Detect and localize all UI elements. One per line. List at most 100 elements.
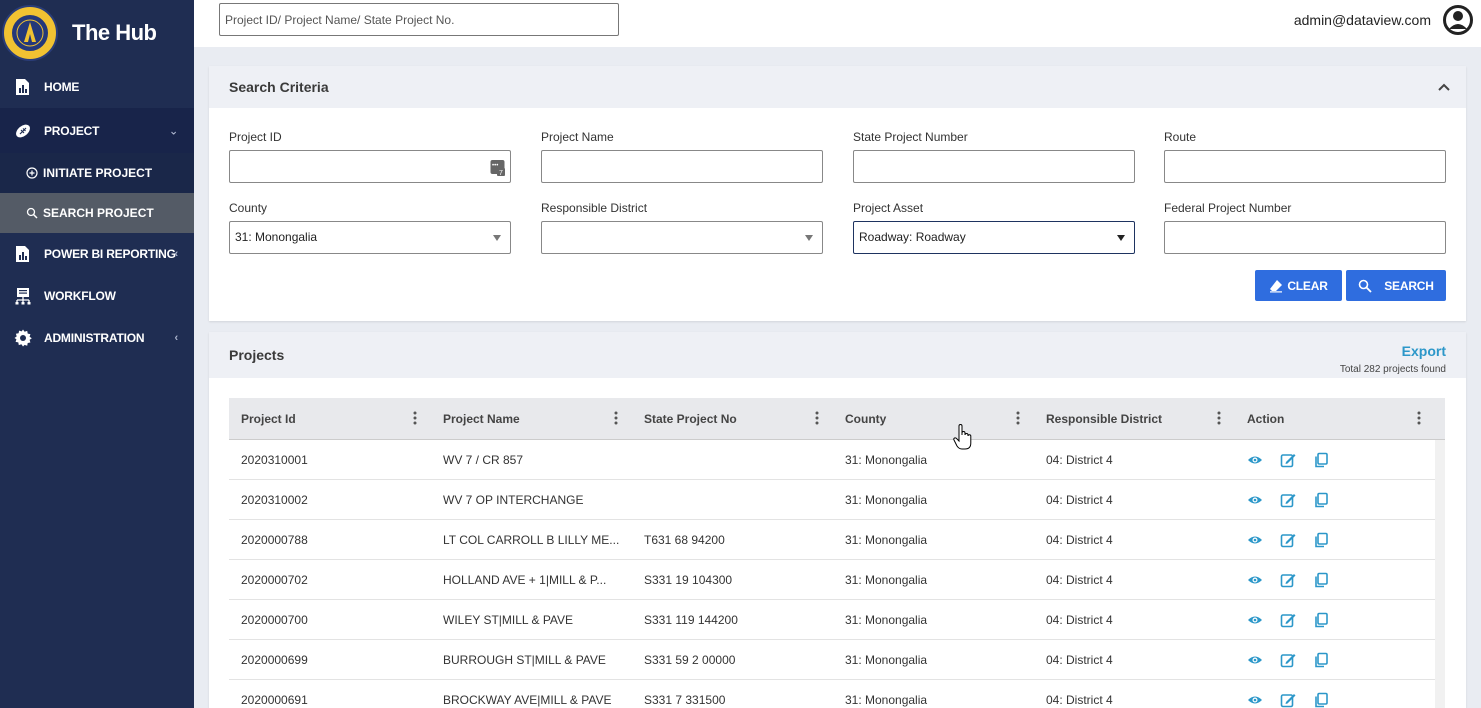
view-eye-icon[interactable]	[1247, 452, 1263, 468]
edit-icon[interactable]	[1280, 652, 1296, 668]
projects-panel: Projects Export Total 282 projects found…	[209, 332, 1466, 708]
column-menu-icon[interactable]	[1217, 410, 1221, 426]
edit-icon[interactable]	[1280, 492, 1296, 508]
federal-project-number-field: Federal Project Number	[1164, 201, 1446, 254]
column-menu-icon[interactable]	[1417, 410, 1421, 426]
edit-icon[interactable]	[1280, 532, 1296, 548]
cell-state-project-no	[632, 480, 833, 519]
column-header-responsible-district[interactable]: Responsible District	[1034, 398, 1235, 439]
table-row[interactable]: 2020000691 BROCKWAY AVE|MILL & PAVE S331 7…	[229, 680, 1435, 708]
view-eye-icon[interactable]	[1247, 532, 1263, 548]
global-search-input[interactable]	[219, 3, 619, 36]
cell-project-id: 2020310002	[241, 492, 308, 507]
column-header-county[interactable]: County	[833, 398, 1034, 439]
copy-icon[interactable]	[1313, 532, 1329, 548]
sidebar-item-workflow[interactable]: WORKFLOW	[0, 275, 194, 317]
cell-project-name: WILEY ST|MILL & PAVE	[443, 612, 574, 627]
cell-county: 31: Monongalia	[845, 652, 928, 667]
state-project-number-input[interactable]	[853, 150, 1135, 183]
column-menu-icon[interactable]	[1016, 410, 1020, 426]
table-row[interactable]: 2020310001 WV 7 / CR 857 31: Monongalia 04:…	[229, 440, 1435, 480]
chevron-left-icon: ‹	[174, 332, 179, 344]
table-row[interactable]: 2020000700 WILEY ST|MILL & PAVE S331 119 1…	[229, 600, 1435, 640]
workflow-icon	[14, 287, 32, 305]
county-select[interactable]: 31: Monongalia	[229, 221, 511, 254]
cell-county: 31: Monongalia	[845, 532, 928, 547]
cell-responsible-district: 04: District 4	[1046, 572, 1113, 587]
copy-icon[interactable]	[1313, 612, 1329, 628]
view-eye-icon[interactable]	[1247, 492, 1263, 508]
route-field: Route	[1164, 130, 1446, 183]
sidebar-item-administration[interactable]: ADMINISTRATION ‹	[0, 317, 194, 359]
view-eye-icon[interactable]	[1247, 652, 1263, 668]
copy-icon[interactable]	[1313, 452, 1329, 468]
chevron-up-icon[interactable]	[1436, 79, 1452, 95]
cell-project-id: 2020000700	[241, 612, 308, 627]
clear-button[interactable]: CLEAR	[1255, 270, 1342, 301]
cell-county: 31: Monongalia	[845, 452, 928, 467]
user-avatar-icon[interactable]	[1443, 5, 1473, 35]
sidebar-item-project[interactable]: PROJECT ⌄	[0, 108, 194, 153]
table-row[interactable]: 2020000702 HOLLAND AVE + 1|MILL & P... S33…	[229, 560, 1435, 600]
search-icon	[26, 207, 38, 219]
button-label: CLEAR	[1287, 278, 1328, 293]
table-row[interactable]: 2020310002 WV 7 OP INTERCHANGE 31: Mononga…	[229, 480, 1435, 520]
sidebar-item-search-project[interactable]: SEARCH PROJECT	[0, 193, 194, 233]
search-criteria-panel: Search Criteria Project ID ••• 7 Project …	[209, 66, 1466, 321]
brand: The Hub	[0, 0, 194, 66]
federal-project-number-input[interactable]	[1164, 221, 1446, 254]
sidebar-item-home[interactable]: HOME	[0, 66, 194, 108]
panel-title: Search Criteria	[229, 79, 329, 95]
column-menu-icon[interactable]	[815, 410, 819, 426]
sidebar-item-power-bi-reporting[interactable]: POWER BI REPORTING ‹	[0, 233, 194, 275]
field-value: 31: Monongalia	[235, 230, 318, 244]
cell-actions	[1235, 640, 1435, 679]
column-header-project-name[interactable]: Project Name	[431, 398, 632, 439]
copy-icon[interactable]	[1313, 692, 1329, 708]
project-asset-select[interactable]: Roadway: Roadway	[853, 221, 1135, 254]
edit-icon[interactable]	[1280, 452, 1296, 468]
column-label: State Project No	[644, 411, 737, 426]
responsible-district-select[interactable]	[541, 221, 823, 254]
edit-icon[interactable]	[1280, 572, 1296, 588]
column-menu-icon[interactable]	[413, 410, 417, 426]
column-header-action[interactable]: Action	[1235, 398, 1435, 439]
copy-icon[interactable]	[1313, 572, 1329, 588]
search-button[interactable]: SEARCH	[1346, 270, 1446, 301]
field-label: Project Name	[541, 130, 614, 144]
project-name-field: Project Name	[541, 130, 823, 183]
copy-icon[interactable]	[1313, 492, 1329, 508]
cell-state-project-no: S331 7 331500	[644, 692, 726, 707]
project-id-input[interactable]: ••• 7	[229, 150, 511, 183]
cell-project-id: 2020000788	[241, 532, 308, 547]
edit-icon[interactable]	[1280, 692, 1296, 708]
copy-icon[interactable]	[1313, 652, 1329, 668]
view-eye-icon[interactable]	[1247, 612, 1263, 628]
route-input[interactable]	[1164, 150, 1446, 183]
view-eye-icon[interactable]	[1247, 692, 1263, 708]
sidebar-item-label: SEARCH PROJECT	[43, 206, 154, 220]
button-label: SEARCH	[1384, 278, 1434, 293]
table-row[interactable]: 2020000699 BURROUGH ST|MILL & PAVE S331 59…	[229, 640, 1435, 680]
sidebar-item-label: INITIATE PROJECT	[43, 166, 153, 180]
export-link[interactable]: Export	[1402, 343, 1446, 359]
report-icon	[14, 245, 32, 263]
project-asset-field: Project Asset Roadway: Roadway	[853, 201, 1135, 254]
field-label: Federal Project Number	[1164, 201, 1292, 215]
column-header-state-project-no[interactable]: State Project No	[632, 398, 833, 439]
search-icon	[1358, 279, 1372, 293]
project-id-field: Project ID ••• 7	[229, 130, 511, 183]
column-header-project-id[interactable]: Project Id	[229, 398, 431, 439]
calendar-icon[interactable]: •••7	[490, 158, 506, 176]
project-name-input[interactable]	[541, 150, 823, 183]
sidebar-item-initiate-project[interactable]: INITIATE PROJECT	[0, 153, 194, 193]
table-row[interactable]: 2020000788 LT COL CARROLL B LILLY ME... T6…	[229, 520, 1435, 560]
field-label: State Project Number	[853, 130, 968, 144]
cell-county: 31: Monongalia	[845, 572, 928, 587]
column-menu-icon[interactable]	[614, 410, 618, 426]
edit-icon[interactable]	[1280, 612, 1296, 628]
grid-scrollbar[interactable]	[1435, 440, 1445, 708]
view-eye-icon[interactable]	[1247, 572, 1263, 588]
football-icon	[14, 122, 32, 140]
search-criteria-header[interactable]: Search Criteria	[209, 66, 1466, 108]
